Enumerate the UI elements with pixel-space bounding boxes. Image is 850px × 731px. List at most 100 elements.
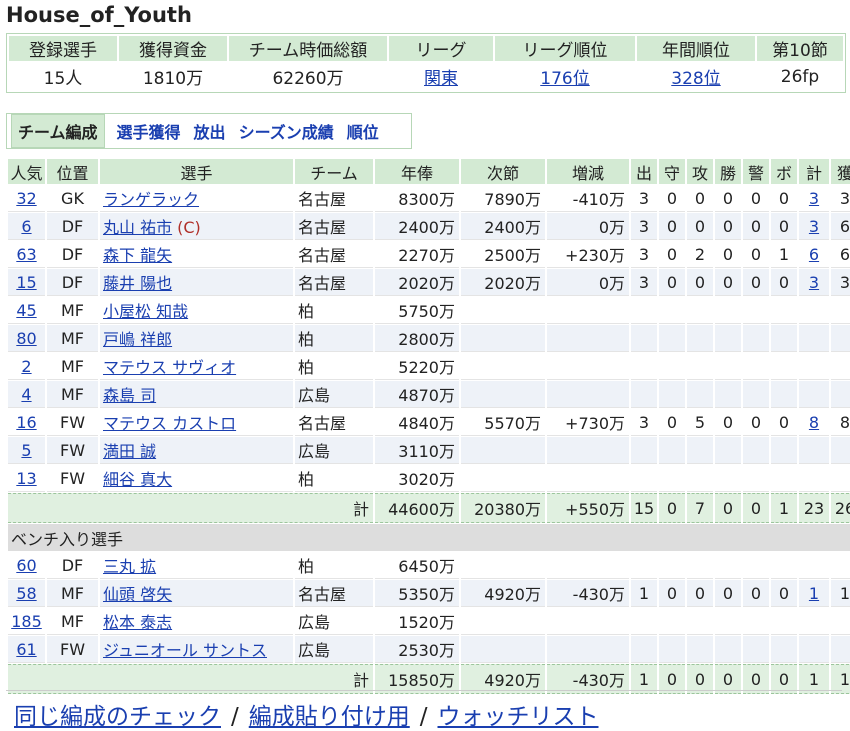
player-name-link[interactable]: 戸嶋 祥郎: [103, 330, 172, 349]
popularity-link[interactable]: 61: [16, 640, 36, 659]
total-next: 20380万: [461, 493, 545, 523]
footer-link-1[interactable]: 同じ編成のチェック: [14, 704, 221, 730]
summary-cell: 1810万: [119, 63, 227, 90]
stat-cell: 3: [631, 185, 657, 212]
player-row: 4 MF 森島 司 広島 4870万: [8, 381, 850, 408]
stat-cell: [687, 437, 713, 464]
player-name-link[interactable]: 満田 誠: [103, 442, 156, 461]
popularity-link[interactable]: 185: [11, 612, 42, 631]
popularity-cell: 5: [8, 437, 45, 464]
popularity-link[interactable]: 63: [16, 245, 36, 264]
popularity-link[interactable]: 15: [16, 273, 36, 292]
popularity-link[interactable]: 45: [16, 301, 36, 320]
popularity-link[interactable]: 4: [21, 385, 31, 404]
stat-cell: [799, 636, 829, 663]
column-header: 攻: [687, 159, 713, 184]
club-cell: 名古屋: [295, 185, 373, 212]
column-header: 守: [659, 159, 685, 184]
player-name-link[interactable]: ランゲラック: [103, 190, 199, 209]
tab-2[interactable]: 選手獲得: [117, 119, 181, 143]
popularity-link[interactable]: 58: [16, 584, 36, 603]
salary-cell: 8300万: [375, 185, 459, 212]
footer-separator: /: [419, 704, 428, 730]
popularity-link[interactable]: 13: [16, 469, 36, 488]
tab-4[interactable]: シーズン成績: [239, 119, 334, 143]
column-header: 増減: [547, 159, 629, 184]
popularity-cell: 2: [8, 353, 45, 380]
popularity-link[interactable]: 5: [21, 441, 31, 460]
player-name-link[interactable]: 森島 司: [103, 386, 156, 405]
salary-cell: 2400万: [375, 213, 459, 240]
stat-cell: [771, 465, 797, 492]
footer-divider: [6, 690, 842, 691]
change-cell: 0万: [547, 269, 629, 296]
stat-cell: 5: [687, 409, 713, 436]
change-cell: [547, 608, 629, 635]
points-link[interactable]: 3: [809, 217, 819, 236]
points-link[interactable]: 3: [809, 273, 819, 292]
points-cell: 3: [799, 185, 829, 212]
club-cell: 柏: [295, 552, 373, 579]
summary-link[interactable]: 328位: [671, 69, 720, 89]
summary-value: 26fp: [780, 66, 820, 87]
player-name-link[interactable]: 仙頭 啓矢: [103, 585, 172, 604]
stat-cell: [687, 636, 713, 663]
stat-cell: 0: [715, 269, 741, 296]
points-link[interactable]: 8: [809, 413, 819, 432]
points-cell: 3: [799, 269, 829, 296]
summary-header: 年間順位: [637, 36, 755, 61]
salary-cell: 3110万: [375, 437, 459, 464]
player-name-link[interactable]: 小屋松 知哉: [103, 302, 188, 321]
position-cell: DF: [47, 241, 98, 268]
points-link[interactable]: 6: [809, 245, 819, 264]
bench-section-label: ベンチ入り選手: [8, 524, 850, 551]
stat-cell: [687, 552, 713, 579]
popularity-link[interactable]: 16: [16, 413, 36, 432]
player-name-link[interactable]: ジュニオール サントス: [103, 641, 267, 660]
player-row: 58 MF 仙頭 啓矢 名古屋 5350万 4920万 -430万 1 0 0 0 0 0 1 1: [8, 580, 850, 607]
popularity-cell: 15: [8, 269, 45, 296]
popularity-link[interactable]: 80: [16, 329, 36, 348]
summary-cell: 176位: [495, 63, 635, 90]
summary-link[interactable]: 関東: [424, 69, 458, 89]
column-header: 獲: [831, 159, 850, 184]
player-name-link[interactable]: マテウス カストロ: [103, 414, 236, 433]
stat-cell: [687, 353, 713, 380]
summary-value: 62260万: [272, 69, 344, 89]
tab-3[interactable]: 放出: [194, 119, 226, 143]
next-salary-cell: [461, 608, 545, 635]
club-cell: 柏: [295, 325, 373, 352]
player-cell: 藤井 陽也: [100, 269, 293, 296]
summary-cell: 15人: [9, 63, 117, 90]
position-cell: MF: [47, 353, 98, 380]
salary-cell: 5220万: [375, 353, 459, 380]
tab-5[interactable]: 順位: [347, 119, 379, 143]
popularity-link[interactable]: 60: [16, 556, 36, 575]
popularity-cell: 58: [8, 580, 45, 607]
player-name-link[interactable]: 三丸 拡: [103, 557, 156, 576]
player-name-link[interactable]: 松本 泰志: [103, 613, 172, 632]
player-name-link[interactable]: 丸山 祐市: [103, 218, 172, 237]
salary-cell: 4870万: [375, 381, 459, 408]
next-salary-cell: [461, 353, 545, 380]
popularity-link[interactable]: 6: [21, 217, 31, 236]
stat-cell: [831, 608, 850, 635]
player-name-link[interactable]: マテウス サヴィオ: [103, 358, 236, 377]
player-name-link[interactable]: 細谷 真大: [103, 470, 172, 489]
footer-link-3[interactable]: ウォッチリスト: [438, 704, 599, 730]
player-name-link[interactable]: 森下 龍矢: [103, 246, 172, 265]
stat-cell: [743, 552, 769, 579]
player-row: 6 DF 丸山 祐市 (C) 名古屋 2400万 2400万 0万 3 0 0 0 0 0 3 6: [8, 213, 850, 240]
total-stat: 26: [831, 493, 850, 523]
player-name-link[interactable]: 藤井 陽也: [103, 274, 172, 293]
summary-link[interactable]: 176位: [540, 69, 589, 89]
popularity-link[interactable]: 2: [21, 357, 31, 376]
stat-cell: 1: [771, 241, 797, 268]
tab-1[interactable]: チーム編成: [11, 114, 105, 148]
stat-cell: [831, 353, 850, 380]
popularity-link[interactable]: 32: [16, 189, 36, 208]
points-link[interactable]: 3: [809, 189, 819, 208]
stat-cell: 0: [659, 241, 685, 268]
points-link[interactable]: 1: [809, 584, 819, 603]
footer-link-2[interactable]: 編成貼り付け用: [249, 704, 410, 730]
